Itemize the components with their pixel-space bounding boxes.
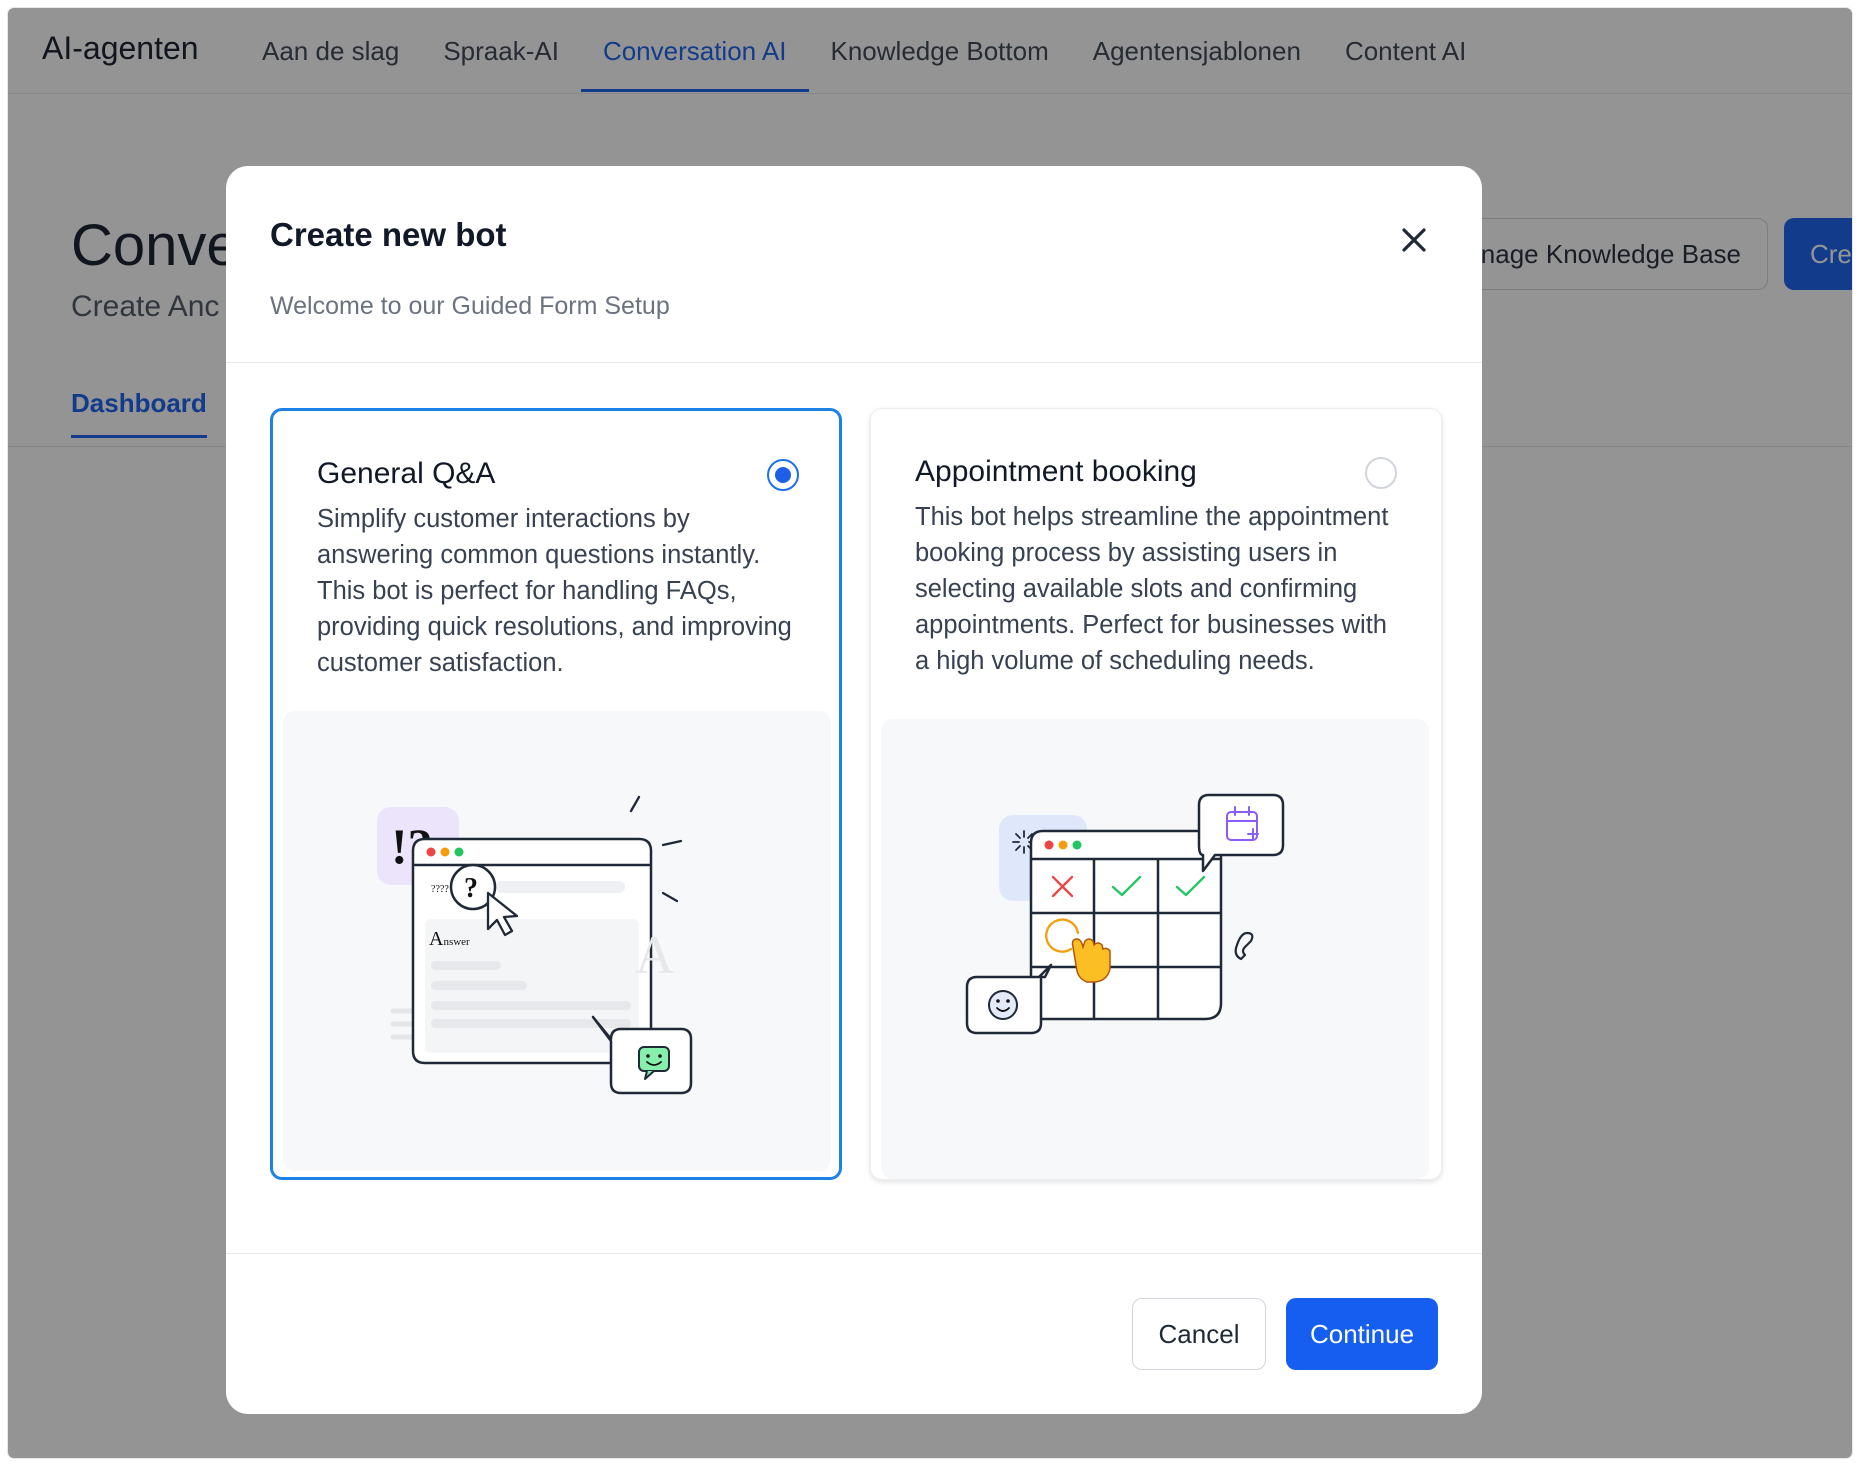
card-title: Appointment booking (915, 455, 1197, 488)
create-bot-modal: Create new bot Welcome to our Guided For… (226, 166, 1482, 1414)
illustration-general-qa: !? ???? ? Answer A (283, 711, 831, 1171)
card-description: Simplify customer interactions by answer… (317, 505, 792, 677)
calendar-illustration-icon (965, 793, 1285, 1035)
modal-title: Create new bot (270, 216, 507, 253)
card-description: This bot helps streamline the appointmen… (915, 503, 1389, 675)
radio-appointment-booking[interactable] (1365, 457, 1397, 489)
app-window: AI-agenten Aan de slag Spraak-AI Convers… (8, 8, 1852, 1458)
bot-option-appointment-booking[interactable]: Appointment booking This bot helps strea… (870, 408, 1442, 1180)
qa-illustration-icon: !? ???? ? Answer A (377, 795, 693, 1095)
card-title: General Q&A (317, 457, 496, 490)
modal-footer-divider (226, 1253, 1482, 1254)
close-icon (1402, 228, 1426, 252)
illustration-appointment-booking (881, 719, 1429, 1179)
modal-subtitle: Welcome to our Guided Form Setup (270, 292, 670, 320)
svg-text:?: ? (464, 873, 478, 904)
svg-text:A: A (635, 925, 674, 985)
answer-initial: A (429, 928, 444, 950)
radio-general-qa[interactable] (767, 459, 799, 491)
bot-option-general-qa[interactable]: General Q&A Simplify customer interactio… (270, 408, 842, 1180)
close-button[interactable] (1392, 218, 1436, 262)
continue-button[interactable]: Continue (1286, 1298, 1438, 1370)
cancel-button[interactable]: Cancel (1132, 1298, 1266, 1370)
answer-rest: nswer (443, 936, 470, 948)
question-marks: ???? (431, 884, 449, 895)
modal-header-divider (226, 362, 1482, 363)
